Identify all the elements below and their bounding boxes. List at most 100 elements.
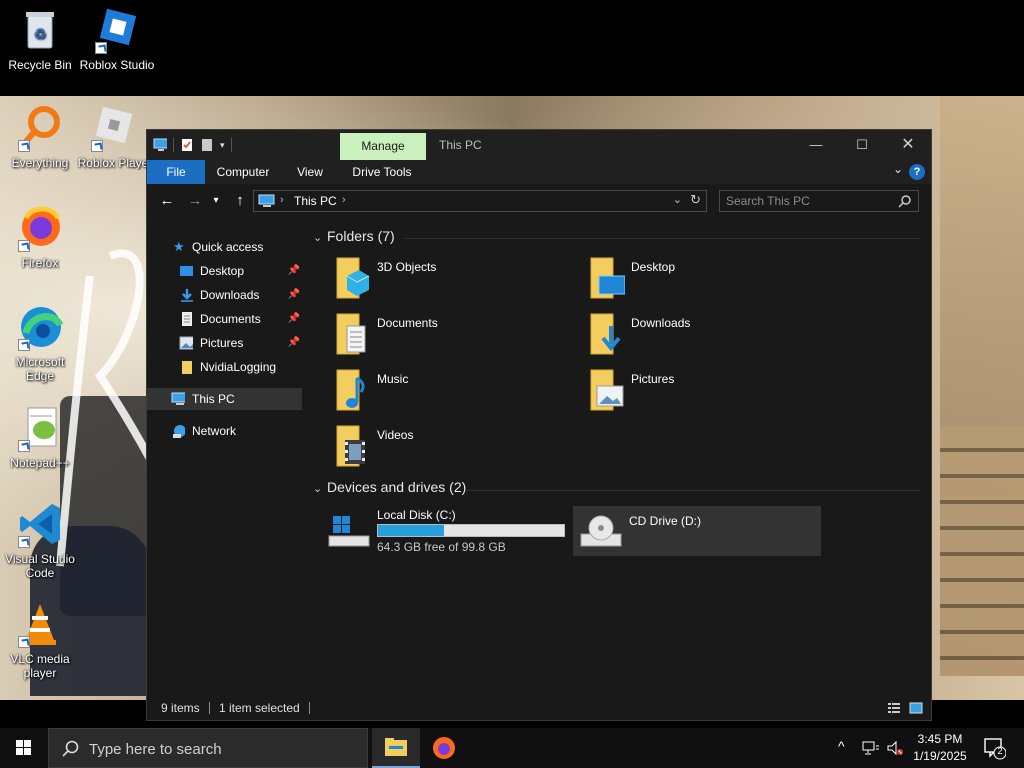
shortcut-arrow-icon bbox=[95, 42, 107, 54]
desktop-icon-roblox-player[interactable]: Roblox Playe bbox=[77, 104, 149, 170]
collapse-chevron-icon[interactable]: ⌄ bbox=[313, 231, 327, 244]
drive-tile-local-disk-c[interactable]: Local Disk (C:) 64.3 GB free of 99.8 GB bbox=[321, 506, 569, 556]
breadcrumb-this-pc[interactable]: This PC bbox=[294, 194, 337, 208]
title-bar[interactable]: ▾ Manage This PC — ☐ ✕ bbox=[147, 130, 931, 160]
desktop-icon-everything[interactable]: Everything bbox=[0, 104, 80, 170]
nav-item-pictures[interactable]: Pictures 📌 bbox=[147, 332, 302, 354]
nav-item-downloads[interactable]: Downloads 📌 bbox=[147, 284, 302, 306]
content-pane: ⌄ Folders (7) 3D Objects Desktop Document… bbox=[305, 218, 931, 696]
system-clock[interactable]: 3:45 PM 1/19/2025 bbox=[906, 731, 974, 765]
minimize-button[interactable]: — bbox=[793, 130, 839, 160]
drive-tile-cd-drive-d[interactable]: CD Drive (D:) bbox=[573, 506, 821, 556]
action-center-button[interactable]: 2 bbox=[982, 736, 1007, 760]
taskbar: ^ 3:45 PM 1/19/2025 2 bbox=[0, 728, 1024, 768]
folder-tile-pictures[interactable]: Pictures bbox=[569, 366, 819, 418]
desktop-icon-vlc[interactable]: VLC media player bbox=[0, 600, 80, 680]
videos-folder-icon bbox=[336, 425, 365, 467]
folder-tile-desktop[interactable]: Desktop bbox=[569, 254, 819, 306]
nav-item-network[interactable]: Network bbox=[147, 420, 302, 442]
taskbar-search-box[interactable] bbox=[48, 728, 368, 768]
address-dropdown-icon[interactable]: ⌄ bbox=[673, 193, 682, 206]
clock-time: 3:45 PM bbox=[917, 732, 963, 746]
collapse-chevron-icon[interactable]: ⌄ bbox=[313, 482, 327, 495]
recycle-bin-icon: ♻ bbox=[16, 6, 64, 54]
tab-computer[interactable]: Computer bbox=[209, 160, 277, 184]
desktop-icon bbox=[180, 266, 193, 276]
firefox-icon bbox=[16, 204, 64, 252]
desktop-icon-edge[interactable]: Microsoft Edge bbox=[0, 303, 80, 383]
folder-icon bbox=[182, 361, 192, 374]
status-bar: 9 items 1 item selected bbox=[147, 696, 931, 720]
large-icons-view-icon[interactable] bbox=[909, 701, 923, 715]
qat-dropdown-icon[interactable]: ▾ bbox=[220, 140, 225, 151]
nav-item-this-pc[interactable]: This PC bbox=[147, 388, 302, 410]
folder-tile-documents[interactable]: Documents bbox=[315, 310, 565, 362]
desktop-icon-label: Roblox Studio bbox=[79, 58, 155, 72]
forward-arrow-icon[interactable]: → bbox=[185, 192, 205, 210]
tab-drive-tools[interactable]: Drive Tools bbox=[343, 160, 421, 184]
folder-tile-music[interactable]: Music bbox=[315, 366, 565, 418]
volume-muted-icon[interactable] bbox=[886, 740, 904, 756]
pin-icon[interactable]: 📌 bbox=[288, 308, 300, 330]
nav-item-documents[interactable]: Documents 📌 bbox=[147, 308, 302, 330]
this-pc-icon bbox=[153, 138, 167, 151]
pin-icon[interactable]: 📌 bbox=[288, 332, 300, 354]
ribbon-tabs: File Computer View Drive Tools ⌄ ? bbox=[147, 160, 931, 184]
nav-item-desktop[interactable]: Desktop 📌 bbox=[147, 260, 302, 282]
tab-file[interactable]: File bbox=[147, 160, 205, 184]
new-folder-icon[interactable] bbox=[200, 138, 214, 152]
back-arrow-icon[interactable]: ← bbox=[157, 192, 177, 210]
address-bar[interactable]: › This PC › ⌄ ↻ bbox=[253, 190, 707, 212]
expand-ribbon-icon[interactable]: ⌄ bbox=[893, 162, 903, 176]
desktop-icon-vscode[interactable]: Visual Studio Code bbox=[0, 500, 80, 580]
windows-drive-icon bbox=[328, 516, 370, 547]
desktop-icon-firefox[interactable]: Firefox bbox=[0, 204, 80, 270]
desktop-icon-recycle-bin[interactable]: ♻ Recycle Bin bbox=[0, 6, 80, 72]
taskbar-file-explorer[interactable] bbox=[372, 728, 420, 768]
desktop-folder-icon bbox=[590, 257, 625, 299]
network-status-icon[interactable] bbox=[862, 740, 880, 756]
close-button[interactable]: ✕ bbox=[885, 130, 931, 160]
group-header-drives[interactable]: ⌄ Devices and drives (2) bbox=[313, 479, 466, 499]
show-hidden-icons-chevron-icon[interactable]: ^ bbox=[838, 738, 845, 754]
recent-locations-icon[interactable]: ▾ bbox=[209, 192, 223, 210]
desktop-icon-roblox-studio[interactable]: Roblox Studio bbox=[77, 6, 157, 72]
taskbar-firefox[interactable] bbox=[420, 728, 468, 768]
tab-view[interactable]: View bbox=[287, 160, 333, 184]
breadcrumb-separator-icon[interactable]: › bbox=[342, 194, 346, 206]
pin-icon[interactable]: 📌 bbox=[288, 260, 300, 282]
search-icon[interactable] bbox=[898, 194, 912, 208]
window-title: This PC bbox=[439, 138, 482, 152]
file-explorer-icon bbox=[385, 738, 407, 756]
help-button[interactable]: ? bbox=[909, 164, 925, 180]
group-header-folders[interactable]: ⌄ Folders (7) bbox=[313, 228, 395, 248]
3d-objects-folder-icon bbox=[336, 257, 370, 299]
vlc-icon bbox=[16, 600, 64, 648]
start-button[interactable] bbox=[0, 728, 48, 768]
document-icon bbox=[182, 312, 192, 326]
folder-tile-3d-objects[interactable]: 3D Objects bbox=[315, 254, 565, 306]
cd-drive-icon bbox=[580, 515, 622, 547]
desktop-icon-label: Recycle Bin bbox=[8, 58, 72, 72]
up-arrow-icon[interactable]: ↑ bbox=[230, 192, 250, 210]
breadcrumb-separator-icon[interactable]: › bbox=[280, 194, 284, 206]
folder-tile-downloads[interactable]: Downloads bbox=[569, 310, 819, 362]
this-pc-icon bbox=[258, 194, 275, 207]
nav-item-quick-access[interactable]: ★ Quick access bbox=[147, 236, 302, 258]
navigation-pane: ★ Quick access Desktop 📌 Downloads 📌 Doc… bbox=[147, 218, 305, 696]
details-view-icon[interactable] bbox=[887, 701, 901, 715]
properties-icon[interactable] bbox=[180, 138, 194, 152]
maximize-button[interactable]: ☐ bbox=[839, 130, 885, 160]
pin-icon[interactable]: 📌 bbox=[288, 284, 300, 306]
picture-icon bbox=[179, 336, 193, 350]
tab-manage[interactable]: Manage bbox=[340, 133, 426, 160]
desktop-icon-notepad-plus-plus[interactable]: Notepad++ bbox=[0, 404, 80, 470]
search-input[interactable] bbox=[726, 193, 886, 209]
drive-usage-bar bbox=[377, 524, 565, 537]
nav-item-nvidialogging[interactable]: NvidiaLogging bbox=[147, 356, 302, 378]
folder-tile-videos[interactable]: Videos bbox=[315, 422, 565, 474]
refresh-icon[interactable]: ↻ bbox=[690, 192, 701, 208]
navigation-bar: ← → ▾ ↑ › This PC › ⌄ ↻ bbox=[147, 184, 931, 218]
taskbar-search-input[interactable] bbox=[89, 739, 359, 759]
search-box[interactable] bbox=[719, 190, 919, 212]
